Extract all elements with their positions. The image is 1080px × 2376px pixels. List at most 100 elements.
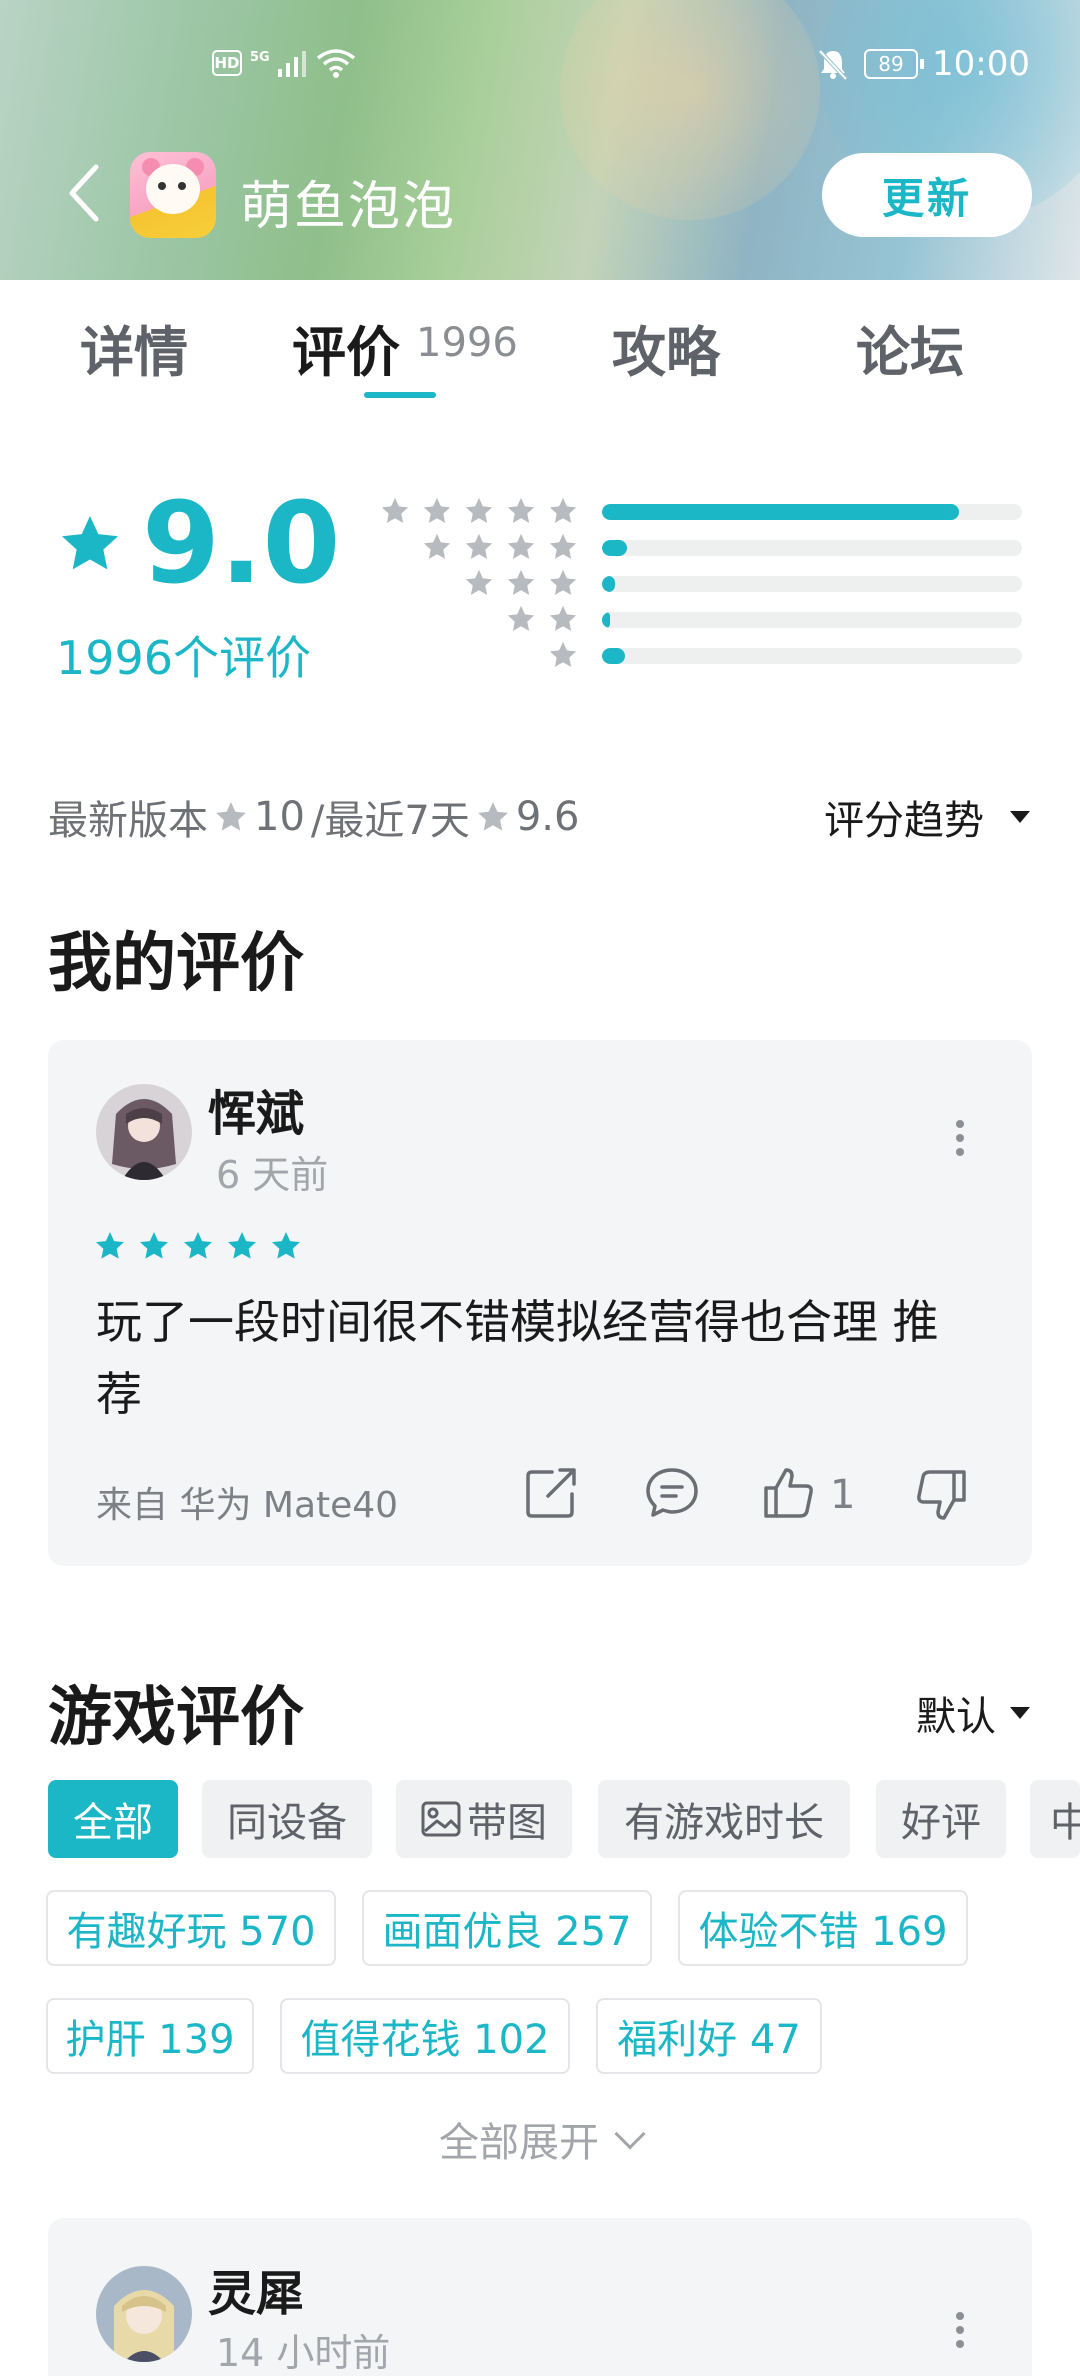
- review-time: 6 天前: [216, 1153, 329, 1197]
- tab-reviews-count: 1996: [416, 320, 518, 366]
- review-tag[interactable]: 福利好 47: [596, 1998, 822, 2074]
- star-icon: [507, 605, 535, 631]
- app-icon: [130, 152, 216, 238]
- review-tag[interactable]: 有趣好玩 570: [46, 1890, 336, 1966]
- review-username: 灵犀: [208, 2266, 305, 2322]
- rating-distribution-row: [380, 640, 1030, 670]
- filter-chip-label: 带图: [467, 1800, 547, 1846]
- distribution-bar: [602, 612, 1022, 628]
- tab-reviews[interactable]: 评价: [292, 308, 400, 387]
- like-count: 1: [830, 1472, 856, 1518]
- filter-chip-same-device[interactable]: 同设备: [202, 1780, 372, 1858]
- star-icon: [465, 533, 493, 559]
- review-text-line: 荐: [96, 1367, 142, 1421]
- tab-guides[interactable]: 攻略: [612, 308, 720, 387]
- star-icon: [140, 1232, 168, 1259]
- version-rating-line: 最新版本 10 /最近7天 9.6: [48, 788, 579, 846]
- review-stars: [94, 1230, 302, 1262]
- my-review-card: 恽斌 6 天前 玩了一段时间很不错模拟经营得也合理 推 荐 来自 华为 Mate…: [48, 1040, 1032, 1566]
- review-time: 14 小时前: [216, 2331, 391, 2375]
- app-title: 萌鱼泡泡: [240, 177, 457, 237]
- rating-distribution-row: [380, 604, 1030, 634]
- expand-all-button[interactable]: 全部展开: [0, 2110, 1080, 2168]
- more-options-icon[interactable]: [956, 1120, 964, 1156]
- review-tag[interactable]: 画面优良 257: [362, 1890, 652, 1966]
- review-card: 灵犀 14 小时前: [48, 2218, 1032, 2376]
- image-icon: [421, 1801, 461, 1837]
- mute-bell-icon: [818, 49, 848, 81]
- distribution-bar: [602, 504, 1022, 520]
- tab-bar: 详情 评价 1996 攻略 论坛: [0, 280, 1080, 410]
- thumbs-down-icon[interactable]: [914, 1468, 970, 1524]
- star-icon: [184, 1232, 212, 1259]
- star-icon: [423, 533, 451, 559]
- more-options-icon[interactable]: [956, 2312, 964, 2348]
- star-icon: [549, 605, 577, 631]
- review-device: 来自 华为 Mate40: [96, 1485, 399, 1526]
- rating-count: 1996个评价: [56, 631, 312, 685]
- star-icon: [423, 497, 451, 523]
- rating-score: 9.0: [142, 479, 341, 609]
- distribution-bar: [602, 576, 1022, 592]
- star-icon: [477, 802, 508, 831]
- distribution-bar-fill: [602, 576, 615, 592]
- filter-chip-neutral[interactable]: 中: [1030, 1780, 1080, 1858]
- tab-forum[interactable]: 论坛: [856, 308, 964, 387]
- sort-label: 默认: [916, 1694, 996, 1740]
- expand-all-label: 全部展开: [439, 2120, 599, 2166]
- distribution-bar-fill: [602, 504, 959, 520]
- my-review-title: 我的评价: [48, 927, 304, 1001]
- star-icon: [507, 569, 535, 595]
- star-icon: [507, 533, 535, 559]
- dropdown-triangle-icon: [1010, 811, 1030, 823]
- filter-chip-with-image[interactable]: 带图: [396, 1780, 572, 1858]
- tab-details[interactable]: 详情: [80, 308, 188, 387]
- filter-chip-playtime[interactable]: 有游戏时长: [598, 1780, 850, 1858]
- star-icon: [96, 1232, 124, 1259]
- star-icon: [465, 569, 493, 595]
- distribution-bar-fill: [602, 540, 627, 556]
- header-background-decoration: [560, 0, 820, 220]
- chevron-down-icon: [614, 2118, 646, 2150]
- distribution-bar: [602, 540, 1022, 556]
- review-tag[interactable]: 体验不错 169: [678, 1890, 968, 1966]
- status-left: HD 5G: [212, 48, 356, 78]
- thumbs-up-icon[interactable]: [760, 1464, 816, 1520]
- avatar[interactable]: [96, 1084, 192, 1180]
- star-icon: [549, 641, 577, 667]
- hd-icon: HD: [212, 50, 242, 76]
- star-icon: [381, 497, 409, 523]
- review-tag[interactable]: 护肝 139: [46, 1998, 254, 2074]
- rating-trend-label: 评分趋势: [824, 798, 984, 844]
- review-username: 恽斌: [208, 1086, 305, 1142]
- recent-7-days-score: 9.6: [515, 794, 580, 840]
- distribution-stars: [422, 532, 578, 562]
- wifi-icon: [316, 49, 355, 78]
- network-type: 5G: [250, 49, 270, 65]
- recent-7-days-label: /最近7天: [310, 798, 470, 844]
- filter-chip-positive[interactable]: 好评: [876, 1780, 1006, 1858]
- star-icon: [228, 1232, 256, 1259]
- signal-icon: [277, 51, 306, 77]
- distribution-bar-fill: [602, 612, 610, 628]
- star-icon: [216, 802, 246, 831]
- update-button[interactable]: 更新: [822, 153, 1032, 237]
- active-tab-indicator: [364, 392, 436, 398]
- rating-trend-dropdown[interactable]: 评分趋势: [824, 788, 1030, 846]
- share-icon[interactable]: [524, 1464, 580, 1520]
- star-icon: [549, 533, 577, 559]
- sort-dropdown[interactable]: 默认: [916, 1684, 1030, 1742]
- distribution-stars: [380, 496, 578, 526]
- comment-icon[interactable]: [644, 1464, 700, 1520]
- dropdown-triangle-icon: [1010, 1707, 1030, 1719]
- review-tag[interactable]: 值得花钱 102: [280, 1998, 570, 2074]
- back-arrow-icon[interactable]: [64, 163, 104, 223]
- distribution-stars: [464, 568, 578, 598]
- filter-chip-all[interactable]: 全部: [48, 1780, 178, 1858]
- star-icon: [549, 497, 577, 523]
- latest-version-score: 10: [254, 794, 305, 840]
- star-icon: [549, 569, 577, 595]
- avatar[interactable]: [96, 2266, 192, 2362]
- latest-version-label: 最新版本: [48, 798, 208, 844]
- star-icon: [507, 497, 535, 523]
